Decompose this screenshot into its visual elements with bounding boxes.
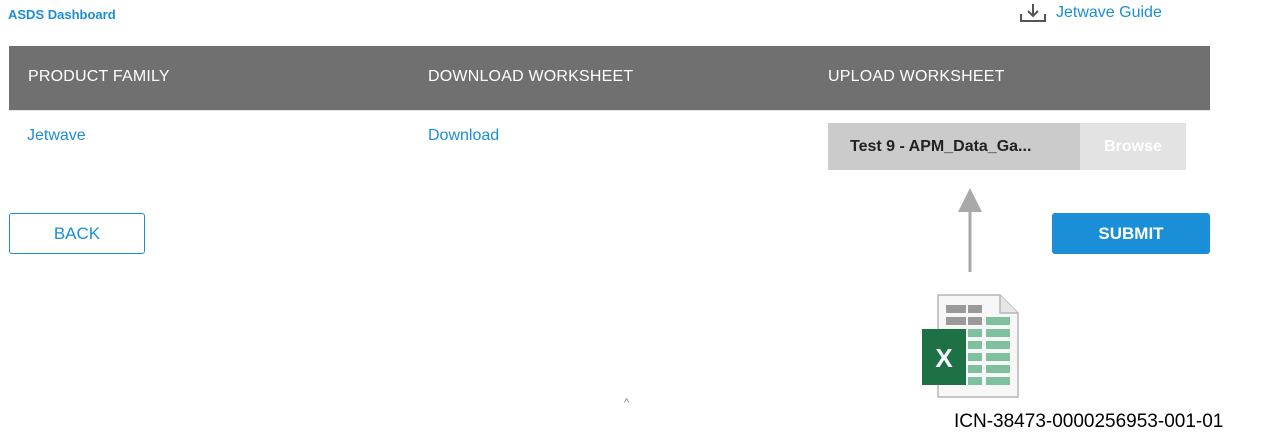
small-mark: ^ — [624, 397, 630, 409]
jetwave-guide-label: Jetwave Guide — [1056, 4, 1162, 21]
browse-button[interactable]: Browse — [1080, 123, 1186, 170]
row-divider — [9, 110, 1210, 111]
page: ASDS Dashboard Jetwave Guide PRODUCT FAM… — [0, 0, 1261, 435]
icn-code: ICN-38473-0000256953-001-01 — [954, 411, 1224, 432]
product-family-jetwave-link[interactable]: Jetwave — [27, 127, 86, 145]
column-header-upload-worksheet: UPLOAD WORKSHEET — [828, 68, 1005, 85]
excel-file-icon: X — [920, 293, 1022, 399]
download-worksheet-link[interactable]: Download — [428, 127, 499, 145]
column-header-download-worksheet: DOWNLOAD WORKSHEET — [428, 68, 634, 85]
jetwave-guide-link[interactable]: Jetwave Guide — [1018, 2, 1162, 24]
upload-file-name: Test 9 - APM_Data_Ga... — [850, 137, 1032, 155]
table-header: PRODUCT FAMILY DOWNLOAD WORKSHEET UPLOAD… — [9, 46, 1210, 110]
breadcrumb-asds-dashboard[interactable]: ASDS Dashboard — [8, 7, 116, 22]
submit-button[interactable]: SUBMIT — [1052, 213, 1210, 254]
column-header-product-family: PRODUCT FAMILY — [28, 68, 170, 85]
back-button[interactable]: BACK — [9, 213, 145, 254]
arrow-up-icon — [956, 188, 984, 272]
excel-x-letter: X — [935, 343, 953, 373]
download-icon — [1018, 3, 1048, 23]
upload-file-field[interactable]: Test 9 - APM_Data_Ga... — [828, 123, 1080, 170]
